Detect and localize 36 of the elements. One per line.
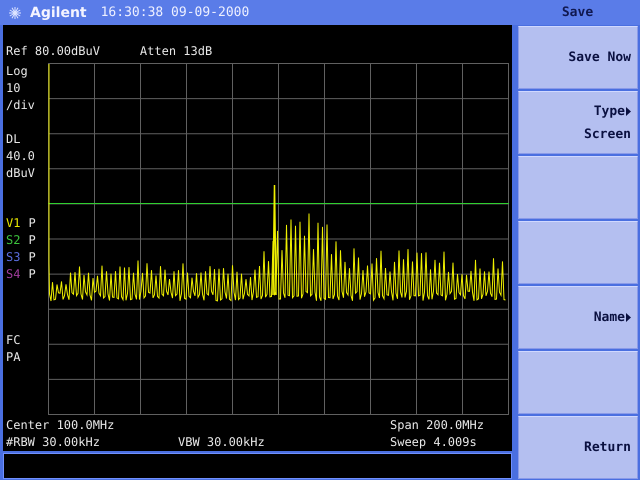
video-bandwidth: VBW 30.00kHz: [178, 434, 266, 451]
reference-level: Ref 80.00dBuV: [6, 43, 100, 60]
scale-label: Log: [6, 63, 28, 80]
status-flag-label: FC: [6, 332, 20, 349]
status-flag-label: PA: [6, 349, 20, 366]
trace-label: S2: [6, 232, 20, 249]
display-line-label: dBuV: [6, 165, 35, 182]
triangle-icon: [626, 106, 631, 116]
softkey-button[interactable]: Save Now: [518, 26, 638, 89]
softkey-button[interactable]: Name: [518, 286, 638, 349]
trace-label: S3: [6, 249, 20, 266]
frequency-span: Span 200.0MHz: [390, 417, 485, 434]
triangle-icon: [626, 313, 631, 322]
menu-title: Save: [515, 0, 640, 25]
display-line-label: DL: [6, 131, 20, 148]
trace-mode: P: [28, 249, 36, 266]
trace-mode: P: [28, 215, 36, 232]
softkey-button[interactable]: [518, 156, 638, 219]
scale-label: 10: [6, 80, 20, 97]
resolution-bandwidth: #RBW 30.00kHz: [6, 434, 101, 451]
trace-mode: P: [28, 266, 36, 283]
display-line-label: 40.0: [6, 148, 35, 165]
softkey-button[interactable]: [518, 351, 638, 414]
trace-label: V1: [6, 215, 20, 232]
brand-logo: Agilent: [30, 4, 87, 20]
softkey-button[interactable]: [518, 221, 638, 284]
trace-mode: P: [28, 232, 36, 249]
softkey-button[interactable]: Type Screen: [518, 91, 638, 154]
date-time: 16:30:38 09-09-2000: [100, 5, 250, 20]
scale-label: /div: [6, 97, 35, 114]
attenuation: Atten 13dB: [140, 43, 212, 60]
trace-label: S4: [6, 266, 20, 283]
center-frequency: Center 100.0MHz: [6, 417, 116, 434]
sweep-time: Sweep 4.009s: [390, 434, 478, 451]
sparkle-icon: [8, 6, 22, 20]
softkey-button[interactable]: Return: [518, 416, 638, 479]
